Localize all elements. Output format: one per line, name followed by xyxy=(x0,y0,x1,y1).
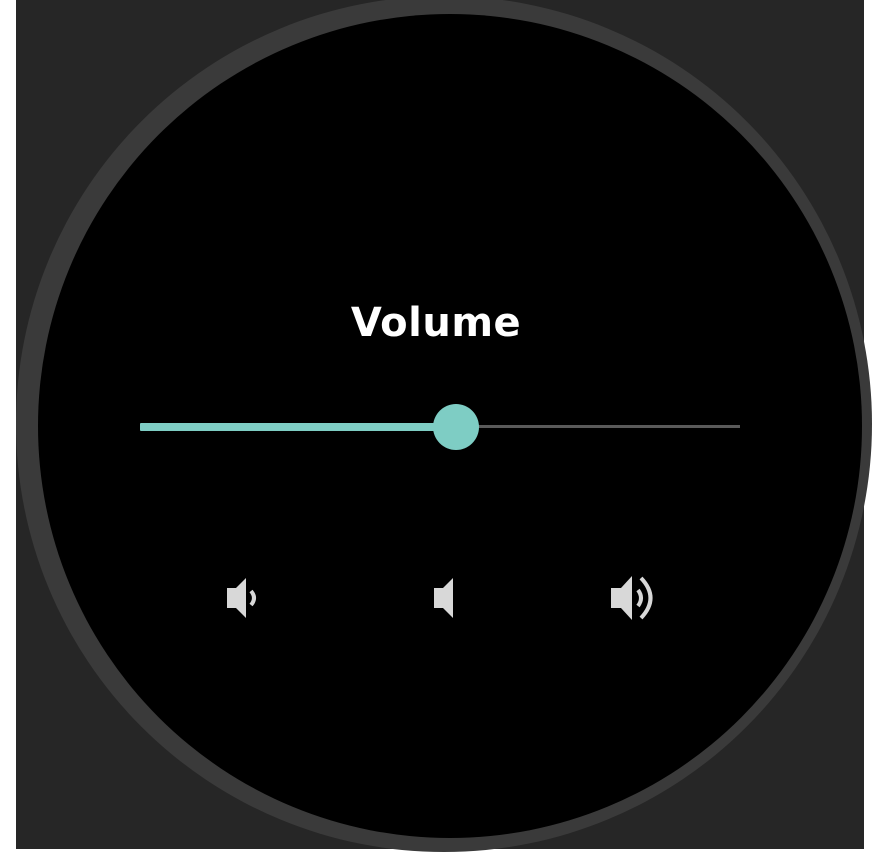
page-title: Volume xyxy=(350,300,522,346)
volume-slider[interactable] xyxy=(140,404,740,450)
watch-frame: Volume xyxy=(0,0,872,852)
volume-down-button[interactable] xyxy=(195,560,285,636)
volume-up-button[interactable] xyxy=(590,560,680,636)
slider-fill xyxy=(140,423,456,431)
volume-up-icon xyxy=(611,576,653,620)
slider-thumb[interactable] xyxy=(433,404,479,450)
volume-mute-icon xyxy=(434,578,453,618)
mute-button[interactable] xyxy=(395,560,485,636)
volume-down-icon xyxy=(227,578,256,618)
